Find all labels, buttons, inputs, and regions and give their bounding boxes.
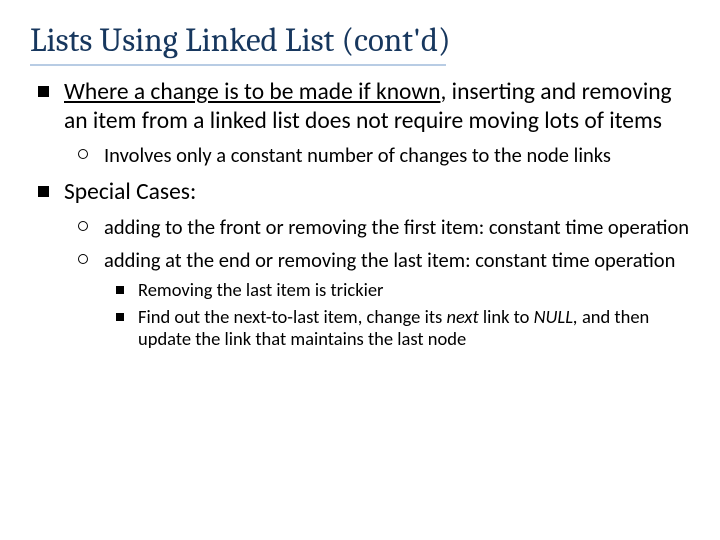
text-italic: NULL, xyxy=(534,305,582,328)
slide-title: Lists Using Linked List (cont'd) xyxy=(30,22,690,60)
text: Removing the last item is trickier xyxy=(138,278,384,301)
bullet-list: Where a change is to be made if known, i… xyxy=(30,78,690,351)
sub-bullet-item: Involves only a constant number of chang… xyxy=(64,143,690,168)
bullet-item: Where a change is to be made if known, i… xyxy=(30,78,690,168)
text: Special Cases: xyxy=(64,178,196,206)
text: Find out the next-to-last item, change i… xyxy=(138,305,446,328)
text: link to xyxy=(479,305,534,328)
title-rule xyxy=(30,64,446,66)
sub-sub-list: Removing the last item is trickier Find … xyxy=(104,279,690,351)
text: Involves only a constant number of chang… xyxy=(104,142,611,168)
text: adding to the front or removing the firs… xyxy=(104,214,689,240)
slide: Lists Using Linked List (cont'd) Where a… xyxy=(0,0,720,540)
sub-bullet-item: adding at the end or removing the last i… xyxy=(64,248,690,351)
sub-sub-bullet-item: Find out the next-to-last item, change i… xyxy=(104,306,690,351)
sub-bullet-item: adding to the front or removing the firs… xyxy=(64,215,690,240)
sub-list: adding to the front or removing the firs… xyxy=(64,215,690,351)
sub-list: Involves only a constant number of chang… xyxy=(64,143,690,168)
sub-sub-bullet-item: Removing the last item is trickier xyxy=(104,279,690,302)
bullet-item: Special Cases: adding to the front or re… xyxy=(30,178,690,350)
text-italic: next xyxy=(446,305,478,328)
text: adding at the end or removing the last i… xyxy=(104,247,675,273)
text-underline: Where a change is to be made if known xyxy=(64,78,441,106)
